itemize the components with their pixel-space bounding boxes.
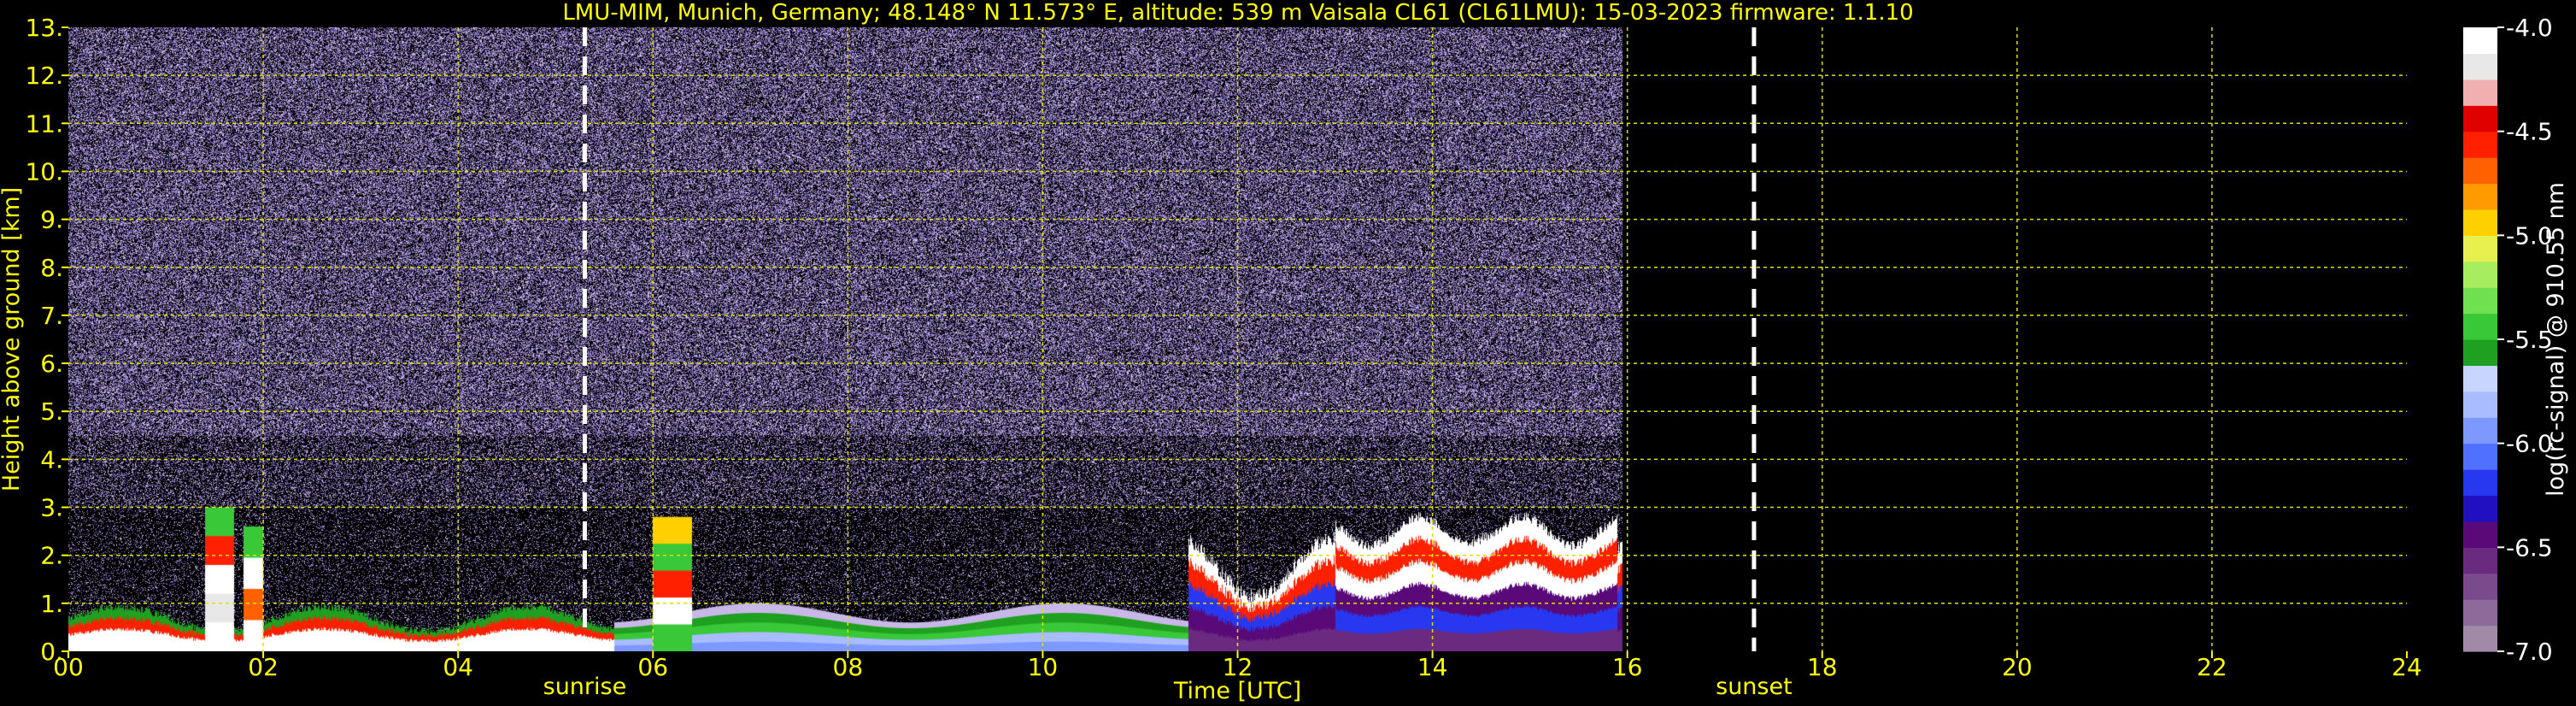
- colorbar-segment: [2463, 209, 2497, 236]
- colorbar-tick-label: -7.0: [2506, 638, 2553, 666]
- y-tick-label: 10.: [25, 157, 63, 185]
- colorbar-segment: [2463, 391, 2497, 418]
- colorbar-segment: [2463, 261, 2497, 288]
- heatmap-image: [68, 27, 2407, 651]
- colorbar-segment: [2463, 313, 2497, 340]
- colorbar-segment: [2463, 157, 2497, 185]
- x-tick-label: 20: [2002, 653, 2033, 681]
- colorbar-segment: [2463, 599, 2497, 627]
- y-tick-label: 4.: [40, 445, 63, 474]
- x-tick-label: 04: [443, 653, 473, 681]
- backscatter-chart: LMU-MIM, Munich, Germany; 48.148° N 11.5…: [0, 0, 2569, 704]
- x-tick-label: 06: [637, 653, 668, 681]
- colorbar-segment: [2463, 495, 2497, 522]
- colorbar-segment: [2463, 27, 2497, 55]
- y-tick-label: 3.: [40, 494, 63, 522]
- colorbar-segment: [2463, 105, 2497, 132]
- colorbar-segment: [2463, 53, 2497, 80]
- y-tick-label: 6.: [40, 350, 63, 378]
- sunset-label: sunset: [1716, 674, 1793, 700]
- y-tick-label: 7.: [40, 302, 63, 330]
- colorbar-segment: [2463, 365, 2497, 392]
- colorbar-segment: [2463, 469, 2497, 497]
- y-tick-label: 8.: [40, 254, 63, 282]
- colorbar-segment: [2463, 443, 2497, 470]
- colorbar-segment: [2463, 287, 2497, 315]
- y-axis-ticks: 0. 1. 2. 3. 4. 5. 6. 7. 8. 9. 10. 11. 12. 13.: [25, 14, 68, 666]
- colorbar-tick-label: -4.0: [2506, 14, 2553, 42]
- y-tick-label: 2.: [40, 542, 63, 570]
- ceilometer-figure: LMU-MIM, Munich, Germany; 48.148° N 11.5…: [0, 0, 2576, 706]
- colorbar-segment: [2463, 417, 2497, 444]
- y-tick-label: 9.: [40, 206, 63, 234]
- colorbar-segment: [2463, 339, 2497, 367]
- x-tick-label: 08: [833, 653, 864, 681]
- colorbar-segment: [2463, 521, 2497, 548]
- x-tick-label: 16: [1612, 653, 1643, 681]
- x-tick-label: 14: [1417, 653, 1448, 681]
- y-tick-label: 12.: [25, 62, 63, 90]
- x-tick-label: 02: [248, 653, 279, 681]
- x-axis-ticks: 00 02 04 06 08 10 12 14 16 18 20 22 24: [53, 651, 2422, 681]
- colorbar-segment: [2463, 573, 2497, 600]
- x-tick-label: 10: [1028, 653, 1059, 681]
- y-tick-label: 11.: [25, 109, 63, 138]
- x-tick-label: 22: [2197, 653, 2227, 681]
- y-tick-label: 13.: [25, 14, 63, 42]
- x-tick-label: 18: [1807, 653, 1838, 681]
- colorbar: -4.0-4.5-5.0-5.5-6.0-6.5-7.0: [2463, 14, 2553, 666]
- colorbar-segment: [2463, 547, 2497, 574]
- colorbar-segment: [2463, 235, 2497, 262]
- y-tick-label: 1.: [40, 590, 63, 618]
- colorbar-segment: [2463, 625, 2497, 652]
- colorbar-tick-label: -6.5: [2506, 533, 2553, 562]
- sunrise-label: sunrise: [543, 674, 627, 700]
- x-tick-label: 24: [2391, 653, 2422, 681]
- colorbar-label: log(rc-signal) @ 910.55 nm: [2543, 182, 2569, 497]
- colorbar-tick-label: -4.5: [2506, 118, 2553, 146]
- y-tick-label: 5.: [40, 397, 63, 426]
- y-tick-label: 0.: [40, 638, 63, 666]
- x-axis-label: Time [UTC]: [1173, 678, 1301, 704]
- colorbar-segment: [2463, 183, 2497, 210]
- chart-title: LMU-MIM, Munich, Germany; 48.148° N 11.5…: [562, 0, 1913, 26]
- y-axis-label: Height above ground [km]: [0, 187, 25, 491]
- colorbar-segment: [2463, 131, 2497, 158]
- colorbar-segment: [2463, 79, 2497, 106]
- heatmap-area: [68, 27, 2407, 651]
